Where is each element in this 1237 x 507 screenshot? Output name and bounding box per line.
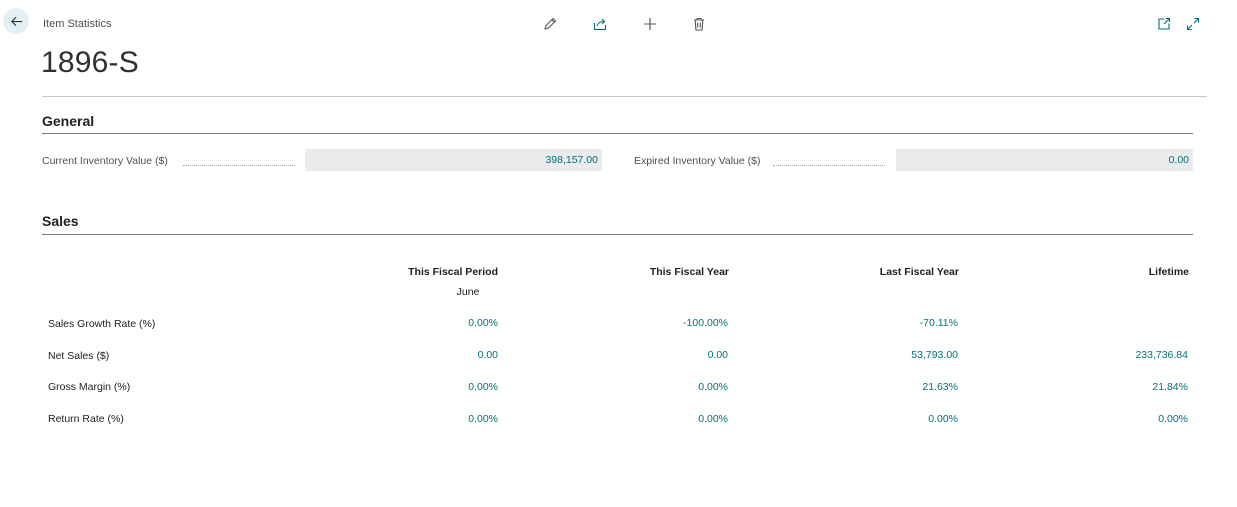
share-button[interactable] [590, 14, 610, 34]
add-button[interactable] [640, 14, 660, 34]
cell-return-rate-last-year[interactable]: 0.00% [838, 413, 958, 425]
col-lifetime: Lifetime [1148, 266, 1189, 278]
cell-gross-margin-this-period[interactable]: 0.00% [378, 381, 498, 393]
current-inventory-field[interactable]: 398,157.00 [305, 149, 602, 171]
cell-net-sales-lifetime[interactable]: 233,736.84 [1068, 349, 1188, 361]
expand-button[interactable] [1183, 14, 1203, 34]
cell-net-sales-last-year[interactable]: 53,793.00 [838, 349, 958, 361]
cell-net-sales-this-year[interactable]: 0.00 [608, 349, 728, 361]
cell-sales-growth-this-year[interactable]: -100.00% [608, 317, 728, 329]
col-this-fiscal-year: This Fiscal Year [649, 266, 729, 278]
field-leader-dots [183, 153, 295, 166]
pencil-icon [544, 17, 557, 30]
cell-net-sales-this-period[interactable]: 0.00 [378, 349, 498, 361]
edit-button[interactable] [540, 14, 560, 34]
col-this-fiscal-period-sub: June [456, 286, 480, 298]
open-new-window-button[interactable] [1154, 14, 1174, 34]
arrow-left-icon [10, 16, 22, 26]
page-title: 1896-S [41, 46, 139, 79]
plus-icon [644, 18, 656, 30]
row-label-return-rate: Return Rate (%) [48, 413, 124, 425]
col-this-fiscal-period: This Fiscal Period [408, 266, 498, 278]
row-label-net-sales: Net Sales ($) [48, 350, 110, 362]
field-leader-dots [773, 153, 885, 166]
section-general-title[interactable]: General [42, 113, 94, 129]
col-last-fiscal-year: Last Fiscal Year [879, 266, 959, 278]
cell-gross-margin-lifetime[interactable]: 21.84% [1068, 381, 1188, 393]
share-icon [593, 18, 607, 31]
header-divider [42, 96, 1207, 97]
expired-inventory-field[interactable]: 0.00 [896, 149, 1193, 171]
cell-sales-growth-last-year[interactable]: -70.11% [838, 317, 958, 329]
back-button[interactable] [3, 8, 29, 34]
current-inventory-label: Current Inventory Value ($) [42, 155, 168, 167]
open-new-window-icon [1158, 17, 1171, 30]
expired-inventory-label: Expired Inventory Value ($) [634, 155, 761, 167]
row-label-gross-margin: Gross Margin (%) [48, 381, 131, 393]
section-sales-divider [42, 234, 1193, 235]
page-caption: Item Statistics [43, 18, 112, 30]
delete-button[interactable] [689, 14, 709, 34]
cell-gross-margin-last-year[interactable]: 21.63% [838, 381, 958, 393]
cell-gross-margin-this-year[interactable]: 0.00% [608, 381, 728, 393]
cell-return-rate-this-year[interactable]: 0.00% [608, 413, 728, 425]
row-label-sales-growth-rate: Sales Growth Rate (%) [48, 318, 156, 330]
section-general-divider [42, 133, 1193, 134]
cell-return-rate-this-period[interactable]: 0.00% [378, 413, 498, 425]
cell-sales-growth-this-period[interactable]: 0.00% [378, 317, 498, 329]
expand-icon [1186, 17, 1200, 31]
cell-return-rate-lifetime[interactable]: 0.00% [1068, 413, 1188, 425]
section-sales-title[interactable]: Sales [42, 213, 79, 229]
trash-icon [694, 17, 704, 31]
